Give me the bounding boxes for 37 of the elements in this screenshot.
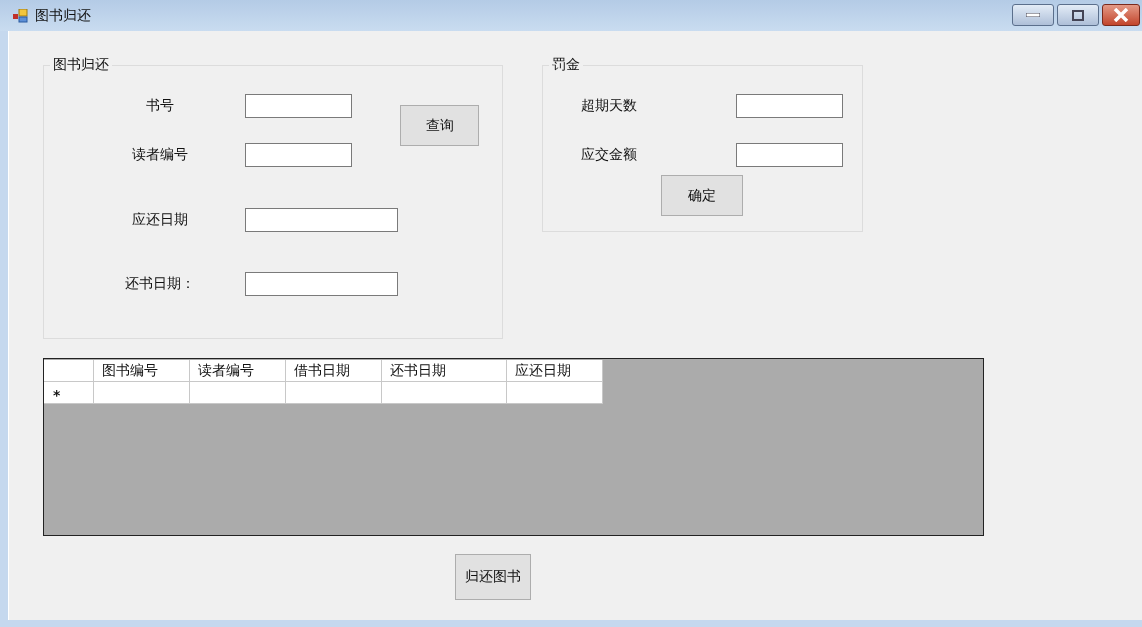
- close-button[interactable]: [1102, 4, 1140, 26]
- input-field[interactable]: [245, 208, 398, 232]
- table-cell[interactable]: [94, 382, 190, 404]
- field-label: 应还日期: [131, 211, 189, 229]
- field-label: 应交金额: [581, 146, 638, 164]
- column-header[interactable]: 应还日期: [507, 360, 603, 382]
- column-header[interactable]: 借书日期: [286, 360, 382, 382]
- table-cell[interactable]: [382, 382, 507, 404]
- new-row-marker: *: [44, 382, 94, 404]
- input-field[interactable]: [736, 94, 843, 118]
- maximize-button[interactable]: [1057, 4, 1099, 26]
- minimize-button[interactable]: [1012, 4, 1054, 26]
- field-label: 超期天数: [581, 97, 638, 115]
- confirm-button[interactable]: 确定: [661, 175, 743, 216]
- row-header-cell: [44, 360, 94, 382]
- table-cell[interactable]: [286, 382, 382, 404]
- field-label: 还书日期：: [124, 275, 196, 293]
- field-label: 读者编号: [131, 146, 189, 164]
- close-icon: [1113, 8, 1129, 22]
- return-book-button[interactable]: 归还图书: [455, 554, 531, 600]
- column-header[interactable]: 图书编号: [94, 360, 190, 382]
- group-title: 图书归还: [52, 56, 110, 74]
- table-cell[interactable]: [190, 382, 286, 404]
- table-cell[interactable]: [507, 382, 603, 404]
- minimize-icon: [1026, 13, 1040, 17]
- group-title: 罚金: [551, 56, 581, 74]
- query-button[interactable]: 查询: [400, 105, 479, 146]
- maximize-icon: [1072, 9, 1084, 21]
- input-field[interactable]: [736, 143, 843, 167]
- input-field[interactable]: [245, 143, 352, 167]
- column-header[interactable]: 还书日期: [382, 360, 507, 382]
- app-icon: [13, 8, 29, 23]
- input-field[interactable]: [245, 94, 352, 118]
- field-label: 书号: [145, 97, 175, 115]
- input-field[interactable]: [245, 272, 398, 296]
- window-title: 图书归还: [35, 6, 91, 25]
- column-header[interactable]: 读者编号: [190, 360, 286, 382]
